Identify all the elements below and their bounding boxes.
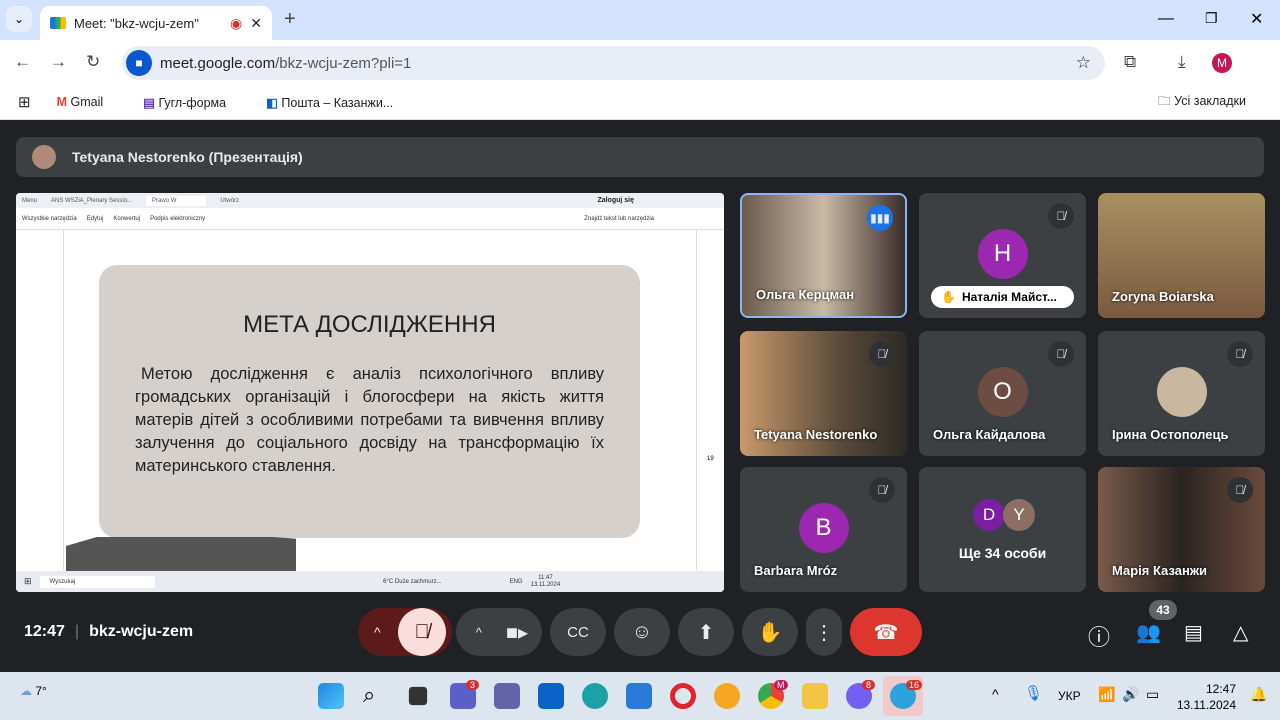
participant-tile[interactable]: 🎙̸ H ✋ Наталія Майст... (919, 193, 1086, 318)
mic-off-icon: 🎙̸ (869, 477, 895, 503)
reactions-button[interactable]: ☺ (614, 608, 670, 656)
tray-chevron-icon[interactable]: ^ (992, 686, 999, 702)
restore-button[interactable]: ❐ (1205, 10, 1218, 27)
participant-tile[interactable]: 🎙̸ O Ольга Кайдалова (919, 331, 1086, 456)
edge-icon[interactable] (582, 683, 608, 709)
opera-icon[interactable] (670, 683, 696, 709)
pdf-menu: Wszystkie narzędzia Edytuj Konwertuj Podpis… (16, 208, 724, 230)
mic-off-icon: 🎙̸ (1048, 341, 1074, 367)
shared-screen: Menu ANS WSZiA_Plenary Sessio... Prawo W Ut… (16, 193, 724, 592)
bookmark-gmail[interactable]: M Gmail (57, 95, 124, 109)
captions-button[interactable]: CC (550, 608, 606, 656)
notifications-icon[interactable]: 🔔 (1250, 686, 1267, 703)
present-button[interactable]: ⬆ (678, 608, 734, 656)
task-view-icon[interactable] (408, 686, 428, 706)
chat-icon[interactable]: ▤ (1184, 620, 1203, 645)
language-indicator[interactable]: УКР (1058, 689, 1081, 703)
participant-tile[interactable]: ▮▮▮ Ольга Керцман (740, 193, 907, 318)
hand-icon: ✋ (941, 290, 956, 304)
activities-icon[interactable]: △ (1233, 620, 1248, 645)
leave-call-button[interactable]: ☎ (850, 608, 922, 656)
remote-taskbar: ⊞ Wyszukaj 6°C Duże zachmurz... ENG 11:47 1… (16, 571, 724, 592)
reload-icon[interactable]: ↻ (86, 52, 100, 72)
outlook-icon[interactable] (538, 683, 564, 709)
camera-toggle-button[interactable]: ^ ■▸ (456, 608, 542, 656)
people-icon[interactable]: 👥 (1136, 620, 1161, 645)
participant-tile[interactable]: 🎙̸ Ірина Остополець (1098, 331, 1265, 456)
mic-off-icon: 🎙̸ (1048, 203, 1074, 229)
slide-title: МЕТА ДОСЛІДЖЕННЯ (243, 311, 496, 338)
bookmarks-bar: ⊞ M Gmail ▤ Гугл-форма ◧ Пошта – Казанжи… (0, 85, 1280, 120)
apps-icon[interactable]: ⊞ (18, 93, 31, 111)
telegram-badge: 16 (906, 680, 923, 690)
presenter-avatar (32, 145, 56, 169)
slide-text: Метою дослідження є аналіз психологічног… (135, 365, 604, 475)
participant-tile[interactable]: 🎙̸ Tetyana Nestorenko (740, 331, 907, 456)
minimize-button[interactable]: — (1158, 10, 1174, 28)
close-window-button[interactable]: ✕ (1250, 9, 1263, 29)
close-tab-icon[interactable]: ✕ (250, 15, 262, 32)
mic-toggle-button[interactable]: 🎙̸ (398, 608, 446, 656)
new-tab-button[interactable]: + (284, 8, 296, 31)
mic-off-icon: 🎙̸ (1227, 477, 1253, 503)
back-icon[interactable]: ← (14, 52, 31, 72)
forward-icon[interactable]: → (50, 52, 67, 72)
wifi-icon[interactable]: 📶 (1098, 686, 1115, 703)
start-icon[interactable] (318, 683, 344, 709)
info-icon[interactable]: ⓘ (1088, 620, 1110, 652)
mic-off-icon: 🎙̸ (869, 341, 895, 367)
search-icon[interactable]: ⌕ (363, 682, 375, 708)
participant-count-badge: 43 (1149, 600, 1177, 620)
meeting-info: 12:47 | bkz-wcju-zem (24, 623, 194, 640)
microphone-icon: 🎙 (1024, 685, 1044, 702)
bookmark-star-icon[interactable]: ☆ (1076, 53, 1091, 73)
file-explorer-icon[interactable] (802, 683, 828, 709)
viber-badge: 8 (862, 680, 876, 690)
clock[interactable]: 12:47 13.11.2024 (1176, 681, 1236, 713)
address-bar[interactable]: ■ meet.google.com/bkz-wcju-zem?pli=1 ☆ (122, 46, 1105, 80)
site-info-icon[interactable]: ■ (126, 50, 152, 76)
all-bookmarks[interactable]: 🗀 Усі закладки (1158, 92, 1266, 113)
browser-icon[interactable] (714, 683, 740, 709)
teams-new-icon[interactable] (494, 683, 520, 709)
battery-icon[interactable]: ▭ (1146, 686, 1159, 703)
participant-tile[interactable]: 🎙̸ B Barbara Mróz (740, 467, 907, 592)
speaking-icon: ▮▮▮ (867, 205, 893, 231)
pdf-right-rail: 19 (696, 230, 724, 570)
extensions-icon[interactable]: ⧉ (1124, 52, 1136, 72)
participant-tile[interactable]: Zoryna Boiarska (1098, 193, 1265, 318)
more-options-button[interactable]: ⋮ (806, 608, 842, 656)
browser-tab-strip: ⌄ Meet: "bkz-wcju-zem" ◉ ✕ + — ❐ ✕ (0, 0, 1280, 40)
store-icon[interactable] (626, 683, 652, 709)
tab-search-button[interactable]: ⌄ (6, 6, 32, 32)
browser-tab-meet[interactable]: Meet: "bkz-wcju-zem" ◉ ✕ (40, 6, 272, 40)
slide: МЕТА ДОСЛІДЖЕННЯ Метою дослідження є ана… (99, 265, 640, 538)
bookmark-google-form[interactable]: ▤ Гугл-форма (143, 95, 246, 110)
download-icon[interactable]: ⤓ (1178, 52, 1186, 72)
presenter-bar: Tetyana Nestorenko (Презентація) (16, 137, 1264, 177)
volume-icon[interactable]: 🔊 (1122, 686, 1139, 703)
profile-avatar[interactable]: M (1212, 53, 1232, 73)
others-tile[interactable]: D Y Ще 34 особи (919, 467, 1086, 592)
weather-widget[interactable]: ☁ 7° (20, 684, 47, 698)
pdf-tabbar: Menu ANS WSZiA_Plenary Sessio... Prawo W Ut… (16, 193, 724, 208)
chrome-profile-badge: M (774, 680, 788, 690)
raise-hand-button[interactable]: ✋ (742, 608, 798, 656)
pdf-tools-sidebar (16, 230, 64, 570)
recording-icon: ◉ (230, 14, 243, 31)
mic-off-icon: 🎙̸ (1227, 341, 1253, 367)
participant-tile[interactable]: 🎙̸ Марія Казанжи (1098, 467, 1265, 592)
meet-favicon-icon (50, 17, 66, 29)
raised-hand-badge: ✋ Наталія Майст... (931, 286, 1074, 308)
bookmark-outlook[interactable]: ◧ Пошта – Казанжи... (266, 95, 413, 110)
avatar (1156, 367, 1207, 417)
teams-badge: 3 (466, 680, 480, 690)
